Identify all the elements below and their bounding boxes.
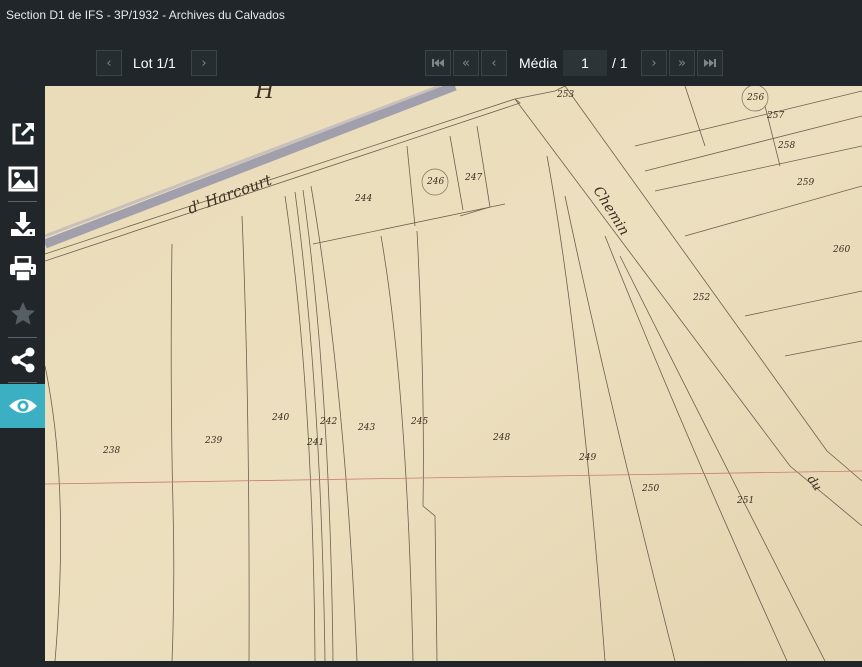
open-external-button[interactable] bbox=[0, 112, 45, 156]
lot-prev-button[interactable]: ‹ bbox=[96, 50, 122, 76]
parcel-number: 258 bbox=[777, 141, 795, 151]
parcel-number: 259 bbox=[796, 178, 814, 188]
viewer-navigation: ‹ Lot 1/1 › « ‹ Média / 1 › » bbox=[0, 48, 862, 78]
chevron-left-icon: ‹ bbox=[106, 55, 112, 71]
parcel-number: 246 bbox=[426, 177, 444, 187]
download-button[interactable] bbox=[0, 202, 45, 246]
sidebar-separator bbox=[8, 382, 37, 383]
parcel-number: 260 bbox=[832, 245, 850, 255]
star-icon bbox=[10, 302, 35, 325]
next-page-button[interactable]: › bbox=[641, 50, 667, 76]
parcel-number: 256 bbox=[746, 93, 764, 103]
page-total: / 1 bbox=[612, 55, 628, 71]
prev-page-button[interactable]: ‹ bbox=[481, 50, 507, 76]
parcel-number: 245 bbox=[410, 417, 428, 427]
image-icon bbox=[8, 166, 37, 192]
lot-next-button[interactable]: › bbox=[191, 50, 217, 76]
double-chevron-right-icon: » bbox=[678, 55, 686, 71]
last-page-button[interactable] bbox=[697, 50, 723, 76]
parcel-number: 238 bbox=[102, 446, 120, 456]
window-title: Section D1 de IFS - 3P/1932 - Archives d… bbox=[6, 8, 285, 22]
street-label-fragment: H bbox=[254, 86, 275, 104]
chevron-left-icon: ‹ bbox=[491, 55, 497, 71]
parcel-number: 251 bbox=[736, 496, 754, 506]
lot-label: Lot 1/1 bbox=[133, 55, 176, 71]
image-settings-button[interactable] bbox=[0, 157, 45, 201]
parcel-number: 253 bbox=[556, 90, 574, 100]
image-viewer[interactable]: d' Harcourt Chemin du 238 239 240 241 24… bbox=[45, 86, 862, 661]
external-link-icon bbox=[12, 122, 34, 145]
parcel-number: 243 bbox=[357, 423, 375, 433]
parcel-number: 241 bbox=[306, 438, 324, 448]
parcel-number: 248 bbox=[492, 433, 510, 443]
view-mode-button[interactable] bbox=[0, 384, 45, 428]
fast-back-button[interactable]: « bbox=[453, 50, 479, 76]
first-page-button[interactable] bbox=[425, 50, 451, 76]
parcel-number: 249 bbox=[578, 453, 596, 463]
parcel-number: 239 bbox=[204, 436, 222, 446]
parcel-number: 250 bbox=[641, 484, 659, 494]
share-icon bbox=[11, 347, 34, 373]
last-page-icon bbox=[704, 59, 716, 67]
page-number-input[interactable] bbox=[563, 50, 607, 76]
parcel-number: 257 bbox=[766, 111, 784, 121]
media-label: Média bbox=[519, 55, 558, 71]
parcel-number: 247 bbox=[464, 173, 482, 183]
first-page-icon bbox=[432, 59, 444, 67]
eye-icon bbox=[8, 399, 37, 413]
parcel-number: 242 bbox=[319, 417, 337, 427]
print-icon bbox=[9, 256, 36, 282]
chevron-right-icon: › bbox=[201, 55, 207, 71]
parcel-number: 240 bbox=[271, 413, 289, 423]
print-button[interactable] bbox=[0, 247, 45, 291]
share-button[interactable] bbox=[0, 338, 45, 382]
chevron-right-icon: › bbox=[651, 55, 657, 71]
parcel-number: 244 bbox=[354, 194, 372, 204]
cadastral-map-image: d' Harcourt Chemin du 238 239 240 241 24… bbox=[45, 86, 862, 661]
double-chevron-left-icon: « bbox=[462, 55, 470, 71]
download-icon bbox=[10, 212, 35, 236]
favorite-button[interactable] bbox=[0, 292, 45, 336]
parcel-number: 252 bbox=[692, 293, 710, 303]
fast-forward-button[interactable]: » bbox=[669, 50, 695, 76]
